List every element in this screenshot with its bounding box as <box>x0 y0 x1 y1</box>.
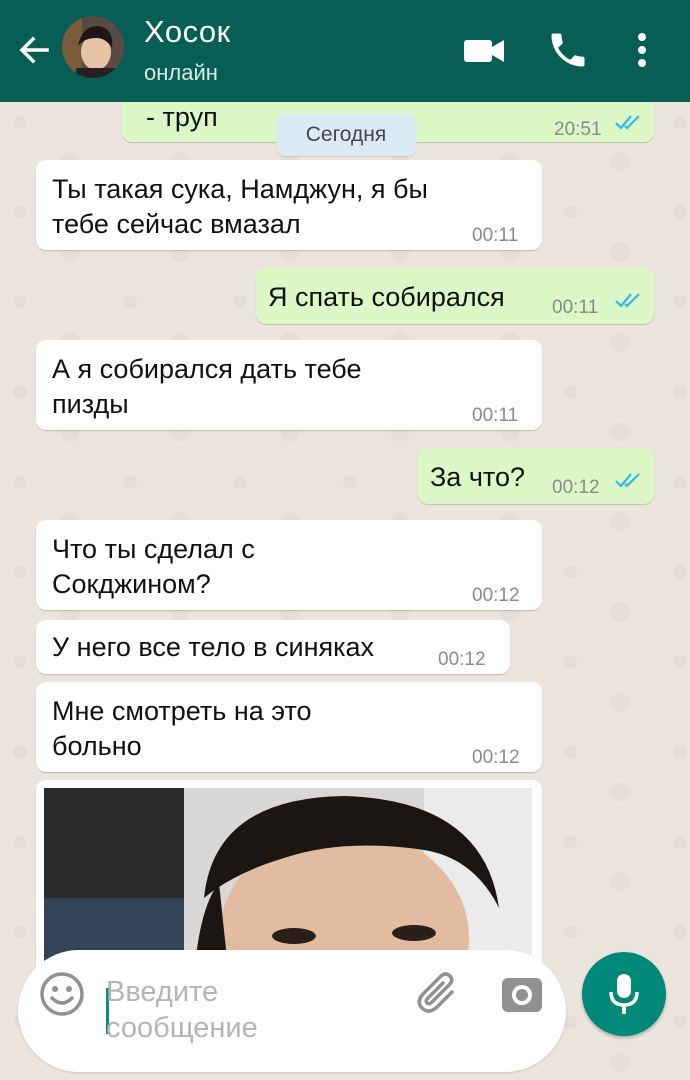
message-incoming[interactable]: А я собирался дать тебе пизды 00:11 <box>36 340 542 430</box>
contact-name[interactable]: Хосок <box>144 14 231 50</box>
message-time: 00:11 <box>472 405 519 426</box>
message-text: За что? <box>430 462 525 492</box>
read-ticks-icon <box>615 293 640 308</box>
message-incoming[interactable]: У него все тело в синяках 00:12 <box>36 620 510 674</box>
phone-icon[interactable] <box>546 28 590 72</box>
message-list[interactable]: - труп 20:51 Сегодня Ты такая сука, Намд… <box>0 102 690 1080</box>
message-input[interactable]: Введите сообщение <box>106 974 326 1046</box>
message-incoming[interactable]: Мне смотреть на это больно 00:12 <box>36 682 542 772</box>
message-text: - труп <box>146 102 218 132</box>
read-ticks-icon <box>615 115 640 130</box>
message-incoming[interactable]: Что ты сделал с Сокджином? 00:12 <box>36 520 542 610</box>
message-text: Я спать собирался <box>268 282 505 312</box>
avatar[interactable] <box>62 16 124 78</box>
read-ticks-icon <box>615 473 640 488</box>
message-time: 00:12 <box>472 585 520 606</box>
chat-header: Хосок онлайн <box>0 0 690 102</box>
camera-icon[interactable] <box>500 972 544 1016</box>
message-outgoing[interactable]: Я спать собирался 00:11 <box>256 268 654 324</box>
message-time: 00:12 <box>552 477 600 498</box>
video-call-icon[interactable] <box>462 28 506 72</box>
emoji-icon[interactable] <box>38 970 86 1018</box>
message-text: У него все тело в синяках <box>52 632 375 662</box>
message-text: Что ты сделал с Сокджином? <box>52 534 255 599</box>
mic-button[interactable] <box>582 952 666 1036</box>
message-incoming[interactable]: Ты такая сука, Намджун, я бы тебе сейчас… <box>36 160 542 250</box>
more-vert-icon[interactable] <box>622 28 666 72</box>
mic-icon <box>609 974 639 1014</box>
message-time: 20:51 <box>554 119 602 140</box>
message-outgoing[interactable]: За что? 00:12 <box>418 448 654 504</box>
message-text: А я собирался дать тебе пизды <box>52 354 362 419</box>
attach-icon[interactable] <box>414 970 462 1018</box>
message-composer[interactable]: Введите сообщение <box>18 950 566 1072</box>
message-time: 00:11 <box>472 225 519 246</box>
date-separator: Сегодня <box>276 114 416 156</box>
back-arrow-icon[interactable] <box>14 30 54 70</box>
message-text: Ты такая сука, Намджун, я бы тебе сейчас… <box>52 174 428 239</box>
message-time: 00:12 <box>438 649 486 670</box>
contact-status: онлайн <box>144 60 218 85</box>
message-time: 00:11 <box>552 297 599 318</box>
message-text: Мне смотреть на это больно <box>52 696 312 761</box>
message-time: 00:12 <box>472 747 520 768</box>
